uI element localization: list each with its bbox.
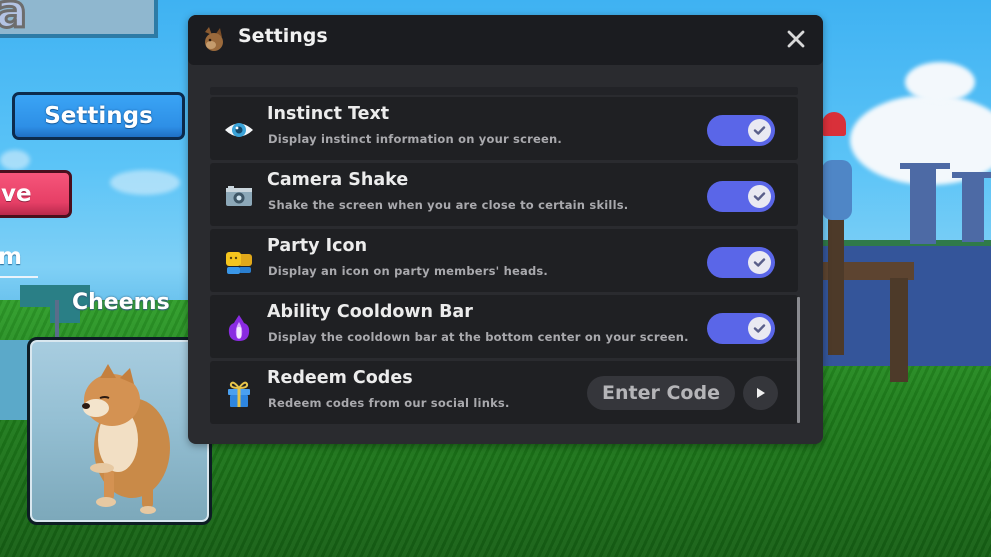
toggle-knob	[748, 251, 771, 274]
purple-flame-icon	[228, 315, 250, 341]
party-members-icon	[226, 252, 252, 274]
setting-row-instinct-text: Instinct Text Display instinct informati…	[210, 97, 798, 160]
party-icon-toggle[interactable]	[707, 247, 775, 278]
checkmark-icon	[753, 126, 766, 135]
hud-menu-underline	[0, 276, 38, 278]
setting-row-redeem-codes: Redeem Codes Redeem codes from our socia…	[210, 361, 798, 424]
cloud	[110, 170, 180, 195]
game-logo-box: a	[0, 0, 158, 40]
setting-row-party-icon: Party Icon Display an icon on party memb…	[210, 229, 798, 292]
camera-shake-toggle[interactable]	[707, 181, 775, 212]
toggle-knob	[748, 185, 771, 208]
cloud	[0, 150, 30, 170]
gift-icon	[228, 381, 250, 407]
cat-head-icon	[205, 27, 223, 51]
setting-title: Ability Cooldown Bar	[267, 302, 473, 322]
setting-description: Display instinct information on your scr…	[268, 132, 562, 146]
close-icon[interactable]	[783, 26, 809, 52]
hud-settings-button[interactable]: Settings	[12, 92, 185, 140]
pillar	[962, 176, 984, 242]
game-logo: a	[0, 0, 29, 40]
setting-title: Camera Shake	[267, 170, 409, 190]
setting-description: Display the cooldown bar at the bottom c…	[268, 330, 689, 344]
pet-card[interactable]	[27, 337, 212, 525]
ability-cooldown-bar-toggle[interactable]	[707, 313, 775, 344]
setting-title: Redeem Codes	[267, 368, 413, 388]
setting-row-camera-shake: Camera Shake Shake the screen when you a…	[210, 163, 798, 226]
instinct-text-toggle[interactable]	[707, 115, 775, 146]
setting-description: Redeem codes from our social links.	[268, 396, 510, 410]
player-avatar	[822, 112, 846, 136]
hud-menu-link[interactable]: m	[0, 244, 22, 270]
checkmark-icon	[753, 324, 766, 333]
toggle-knob	[748, 317, 771, 340]
player-avatar-body	[822, 160, 852, 220]
eye-icon	[225, 123, 253, 137]
setting-title: Instinct Text	[267, 104, 390, 124]
settings-scrollbar[interactable]	[797, 297, 800, 423]
settings-modal: Settings Instinct Text Display instinct …	[188, 15, 823, 444]
camera-icon	[226, 186, 252, 206]
setting-row-ability-cooldown-bar: Ability Cooldown Bar Display the cooldow…	[210, 295, 798, 358]
toggle-knob	[748, 119, 771, 142]
checkmark-icon	[753, 258, 766, 267]
redeem-submit-button[interactable]	[743, 376, 778, 410]
tree-trunk	[55, 300, 59, 340]
modal-header: Settings	[188, 15, 823, 65]
checkmark-icon	[753, 192, 766, 201]
redeem-code-input[interactable]	[587, 376, 735, 410]
play-arrow-icon	[757, 388, 765, 398]
table-leg	[890, 278, 908, 382]
hud-red-button[interactable]: ve	[0, 170, 72, 218]
modal-title: Settings	[238, 25, 328, 47]
pillar	[910, 168, 936, 244]
settings-list: Instinct Text Display instinct informati…	[210, 93, 798, 425]
pet-name-label: Cheems	[72, 290, 170, 315]
setting-title: Party Icon	[267, 236, 368, 256]
setting-description: Display an icon on party members' heads.	[268, 264, 548, 278]
setting-description: Shake the screen when you are close to c…	[268, 198, 629, 212]
shiba-dog-image	[82, 364, 170, 514]
cloud	[905, 62, 975, 102]
